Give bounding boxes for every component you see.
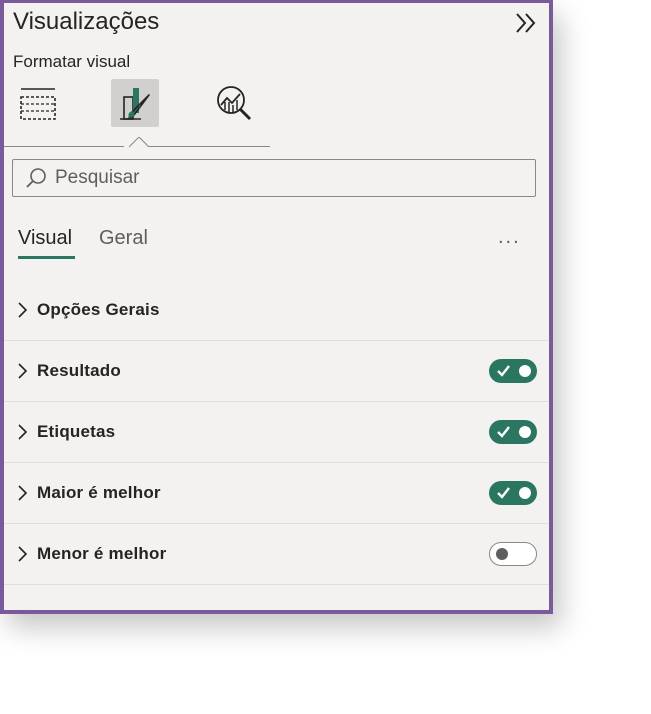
search-input[interactable] — [55, 167, 535, 189]
pane-title: Visualizações — [13, 8, 160, 35]
toggle-knob — [496, 548, 508, 560]
more-options-button[interactable]: ... — [498, 226, 521, 249]
checkmark-icon — [497, 487, 510, 499]
tab-build-visual[interactable] — [12, 79, 60, 127]
format-visual-label: Formatar visual — [13, 52, 131, 71]
chevron-right-icon — [18, 301, 28, 318]
tab-format-visual[interactable] — [111, 79, 159, 127]
section-opcoes-gerais[interactable]: Opções Gerais — [4, 279, 549, 341]
tab-analytics[interactable] — [210, 79, 258, 127]
etiquetas-toggle[interactable] — [489, 420, 537, 444]
double-chevron-right-icon — [516, 13, 536, 33]
build-visual-icon — [20, 88, 56, 120]
section-label: Etiquetas — [37, 421, 116, 441]
search-box[interactable] — [12, 159, 536, 197]
chevron-right-icon — [18, 484, 28, 501]
chevron-right-icon — [18, 545, 28, 562]
checkmark-icon — [497, 426, 510, 438]
toggle-knob — [519, 426, 531, 438]
subtab-visual[interactable]: Visual — [18, 227, 72, 250]
section-resultado[interactable]: Resultado — [4, 340, 549, 402]
tab-underline-left — [4, 146, 124, 147]
section-etiquetas[interactable]: Etiquetas — [4, 401, 549, 463]
resultado-toggle[interactable] — [489, 359, 537, 383]
subtab-geral[interactable]: Geral — [99, 227, 148, 250]
tab-underline-right — [148, 146, 270, 147]
visualizations-pane: Visualizações Formatar visual Pesquisar … — [0, 0, 553, 614]
subtab-active-indicator — [18, 256, 75, 259]
section-maior-e-melhor[interactable]: Maior é melhor — [4, 462, 549, 524]
menor-e-melhor-toggle[interactable] — [489, 542, 537, 566]
active-tab-pointer — [129, 137, 149, 148]
collapse-pane-button[interactable] — [512, 9, 540, 37]
toggle-knob — [519, 487, 531, 499]
chevron-right-icon — [18, 423, 28, 440]
section-label: Maior é melhor — [37, 482, 161, 502]
maior-e-melhor-toggle[interactable] — [489, 481, 537, 505]
toggle-knob — [519, 365, 531, 377]
checkmark-icon — [497, 365, 510, 377]
format-visual-icon — [120, 88, 150, 120]
analytics-icon — [217, 86, 252, 121]
search-icon — [26, 168, 46, 188]
chevron-right-icon — [18, 362, 28, 379]
section-label: Menor é melhor — [37, 543, 167, 563]
section-label: Opções Gerais — [37, 299, 160, 319]
section-menor-e-melhor[interactable]: Menor é melhor — [4, 523, 549, 585]
section-label: Resultado — [37, 360, 121, 380]
